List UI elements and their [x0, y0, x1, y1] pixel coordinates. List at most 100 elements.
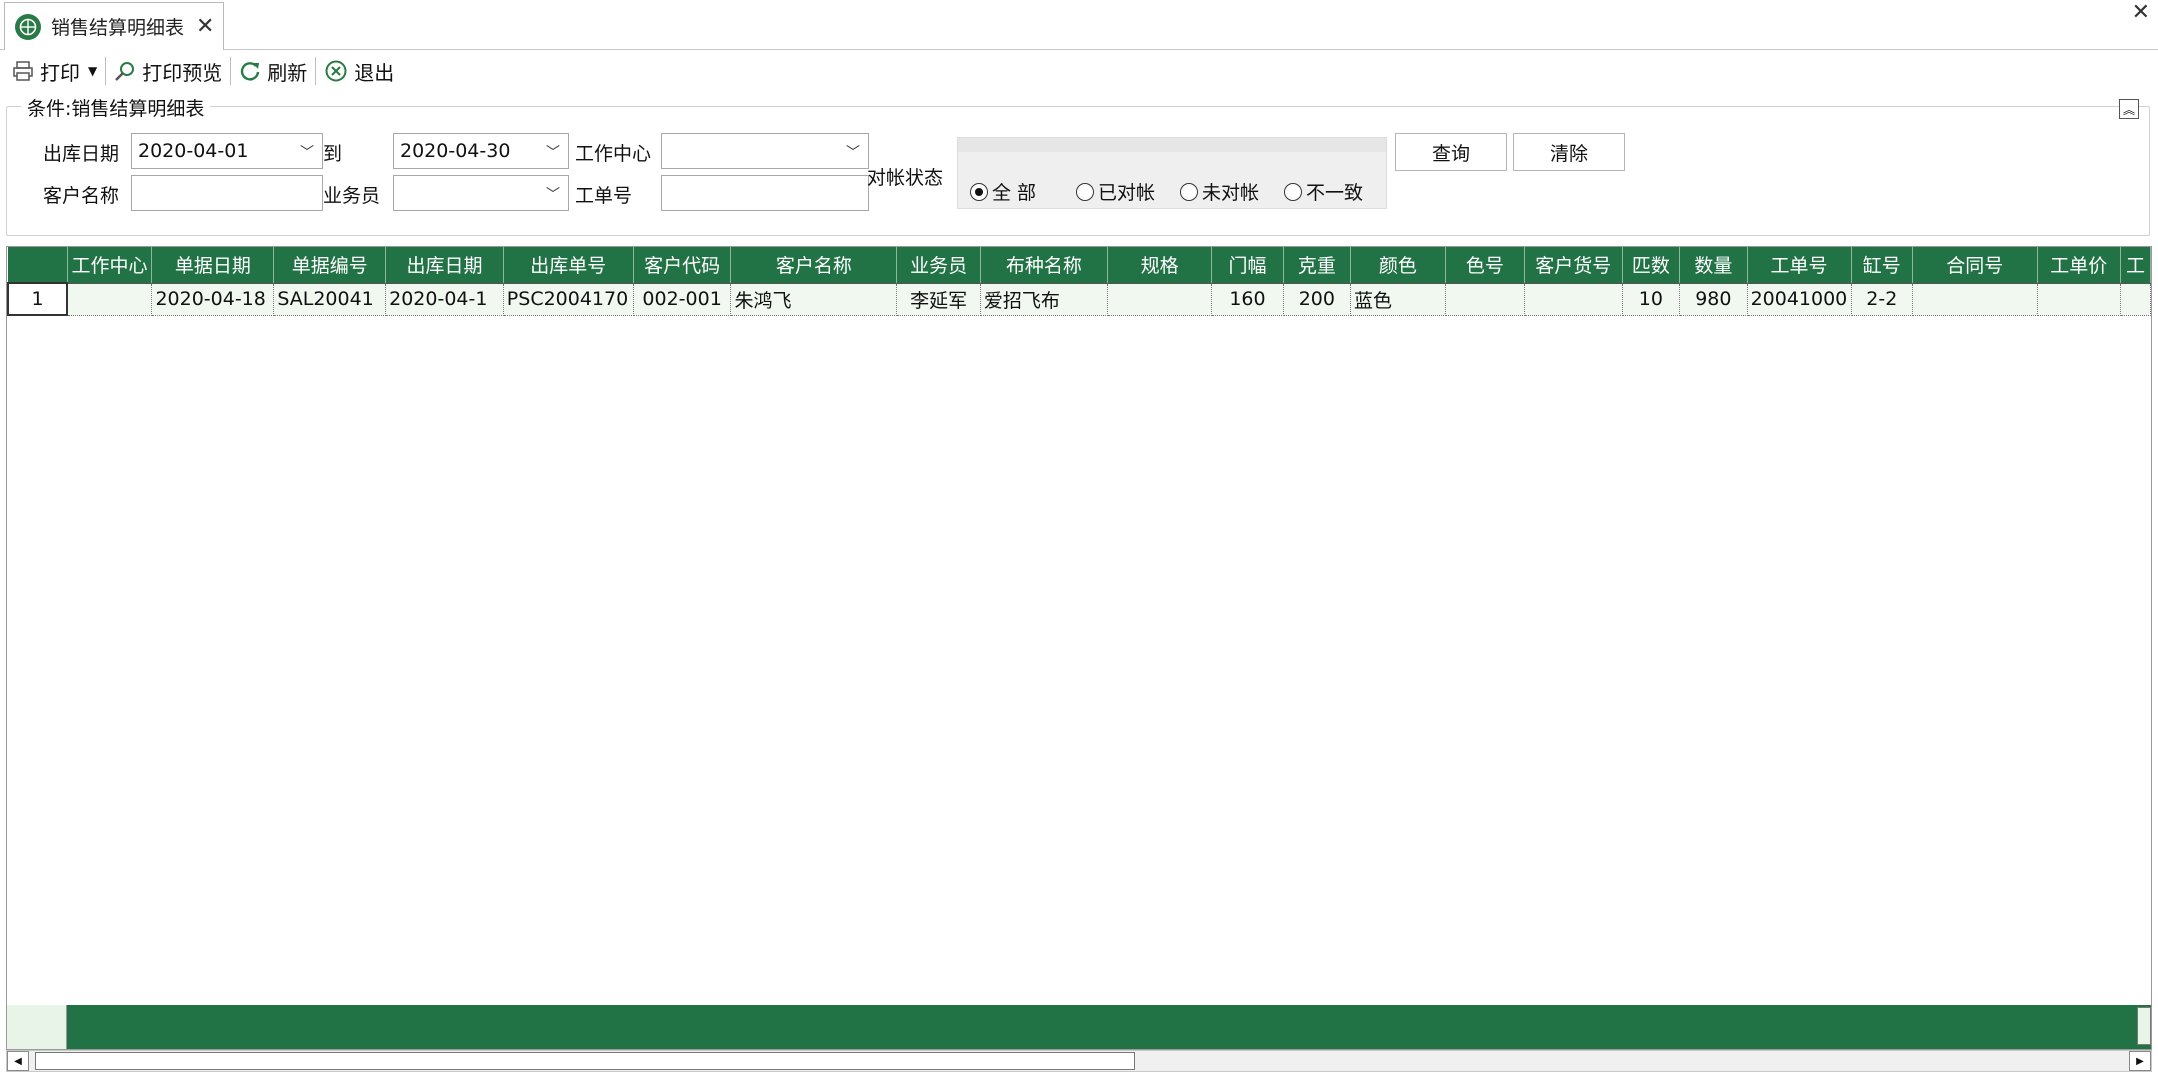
out-date-label: 出库日期 [43, 143, 120, 165]
work-order-label: 工单号 [575, 185, 633, 207]
print-preview-button[interactable]: 打印预览 [108, 55, 228, 87]
column-header[interactable]: 布种名称 [980, 247, 1108, 284]
cell-width[interactable]: 160 [1211, 283, 1284, 316]
column-header[interactable]: 单据编号 [273, 247, 387, 284]
chevron-down-icon[interactable]: ﹀ [546, 142, 560, 162]
radio-all[interactable]: 全 部 [970, 178, 1036, 205]
column-header[interactable]: 单据日期 [151, 247, 275, 284]
cell-color[interactable]: 蓝色 [1350, 283, 1446, 316]
cell-customer-code[interactable]: 002-001 [633, 283, 732, 316]
reconcile-status-label: 对帐状态 [867, 167, 944, 189]
customer-name-label: 客户名称 [43, 185, 120, 207]
cell-customer-name[interactable]: 朱鸿飞 [730, 283, 898, 316]
cell-out-number[interactable]: PSC2004170 [503, 283, 634, 316]
scroll-left-arrow-icon[interactable]: ◀ [7, 1051, 29, 1071]
exit-button[interactable]: 退出 [318, 55, 400, 87]
caret-down-icon[interactable]: ▼ [88, 64, 97, 78]
column-header[interactable]: 工作中心 [67, 247, 153, 284]
close-circle-icon [325, 60, 347, 82]
cell-doc-number[interactable]: SAL20041 [273, 283, 387, 316]
refresh-icon [241, 62, 260, 81]
cell-pieces[interactable]: 10 [1622, 283, 1681, 316]
scroll-right-arrow-icon[interactable]: ▶ [2129, 1051, 2151, 1071]
column-header[interactable]: 合同号 [1912, 247, 2038, 284]
column-header[interactable]: 业务员 [896, 247, 981, 284]
condition-title: 条件:销售结算明细表 [21, 94, 211, 121]
column-header[interactable]: 规格 [1107, 247, 1213, 284]
column-header[interactable]: 克重 [1283, 247, 1352, 284]
column-header[interactable]: 颜色 [1350, 247, 1446, 284]
cell-work-order[interactable]: 20041000 [1747, 283, 1852, 316]
radio-dot [1076, 182, 1094, 201]
radio-mismatch[interactable]: 不一致 [1284, 178, 1363, 205]
collapse-chevron-icon[interactable]: ︽ [2119, 99, 2139, 119]
radio-dot [1180, 182, 1198, 201]
column-header[interactable]: 客户代码 [633, 247, 732, 284]
column-header[interactable]: 数量 [1679, 247, 1748, 284]
exit-label: 退出 [354, 60, 395, 85]
cell-salesman[interactable]: 李延军 [896, 283, 981, 316]
footer-indicator [7, 1005, 67, 1049]
column-header-rownum [8, 247, 68, 284]
print-button[interactable]: 打印 ▼ [6, 55, 103, 87]
cell-out-date[interactable]: 2020-04-1 [385, 283, 504, 316]
cell-weight[interactable]: 200 [1283, 283, 1352, 316]
column-header[interactable]: 客户货号 [1524, 247, 1623, 284]
chevron-down-icon[interactable]: ﹀ [846, 142, 860, 162]
toolbar-separator [230, 57, 232, 85]
table-row[interactable]: 1 2020-04-18 SAL20041 2020-04-1 PSC20041… [7, 282, 2151, 316]
tab-sales-settlement[interactable]: 销售结算明细表 ✕ [4, 2, 224, 50]
tab-title: 销售结算明细表 [51, 17, 185, 39]
customer-name-input[interactable] [131, 175, 323, 211]
radio-unreconciled[interactable]: 未对帐 [1180, 178, 1259, 205]
row-number[interactable]: 1 [7, 282, 69, 316]
radio-mismatch-label: 不一致 [1306, 182, 1364, 204]
out-date-to-picker[interactable]: 2020-04-30 ﹀ [393, 133, 569, 169]
column-header[interactable]: 匹数 [1622, 247, 1681, 284]
scroll-thumb[interactable] [35, 1052, 1135, 1070]
column-header[interactable]: 客户名称 [730, 247, 898, 284]
reconcile-status-group: 全 部 已对帐 未对帐 不一致 [957, 137, 1387, 209]
column-header[interactable]: 工 [2120, 247, 2151, 284]
cell-quantity[interactable]: 980 [1679, 283, 1748, 316]
cell-extra[interactable] [2120, 283, 2151, 316]
query-button[interactable]: 查询 [1395, 133, 1507, 171]
chevron-down-icon[interactable]: ﹀ [300, 142, 314, 162]
cell-work-center[interactable] [67, 283, 153, 316]
column-header[interactable]: 门幅 [1211, 247, 1284, 284]
salesman-select[interactable]: ﹀ [393, 175, 569, 211]
horizontal-scrollbar[interactable]: ◀ ▶ [6, 1050, 2152, 1072]
column-header[interactable]: 缸号 [1851, 247, 1914, 284]
clear-button[interactable]: 清除 [1513, 133, 1625, 171]
cell-contract-number[interactable] [1912, 283, 2038, 316]
work-center-label: 工作中心 [575, 143, 652, 165]
chevron-down-icon[interactable]: ﹀ [546, 184, 560, 204]
window-close-icon[interactable]: ✕ [2132, 0, 2150, 25]
column-header[interactable]: 出库单号 [503, 247, 634, 284]
work-order-input[interactable] [661, 175, 869, 211]
radio-unreconciled-label: 未对帐 [1202, 182, 1260, 204]
refresh-button[interactable]: 刷新 [233, 55, 313, 87]
cell-customer-item[interactable] [1524, 283, 1623, 316]
tab-close-icon[interactable]: ✕ [196, 14, 214, 39]
out-date-from-picker[interactable]: 2020-04-01 ﹀ [131, 133, 323, 169]
cell-unit-price[interactable] [2037, 283, 2122, 316]
cell-spec[interactable] [1107, 283, 1213, 316]
column-header[interactable]: 工单价 [2037, 247, 2122, 284]
footer-vscroll[interactable] [2137, 1007, 2151, 1045]
radio-reconciled[interactable]: 已对帐 [1076, 178, 1155, 205]
magnifier-icon [115, 62, 135, 81]
column-header[interactable]: 工单号 [1747, 247, 1852, 284]
cell-vat-number[interactable]: 2-2 [1851, 283, 1914, 316]
print-preview-label: 打印预览 [142, 60, 223, 85]
cell-fabric-name[interactable]: 爱招飞布 [980, 283, 1108, 316]
printer-icon [13, 61, 33, 81]
grid-footer-bar [7, 1005, 2151, 1049]
column-header[interactable]: 出库日期 [385, 247, 504, 284]
column-header[interactable]: 色号 [1445, 247, 1525, 284]
radio-dot [1284, 182, 1302, 201]
work-center-select[interactable]: ﹀ [661, 133, 869, 169]
cell-doc-date[interactable]: 2020-04-18 [151, 283, 275, 316]
cell-color-code[interactable] [1445, 283, 1525, 316]
data-grid: 工作中心 单据日期 单据编号 出库日期 出库单号 客户代码 客户名称 业务员 布… [6, 246, 2152, 1050]
